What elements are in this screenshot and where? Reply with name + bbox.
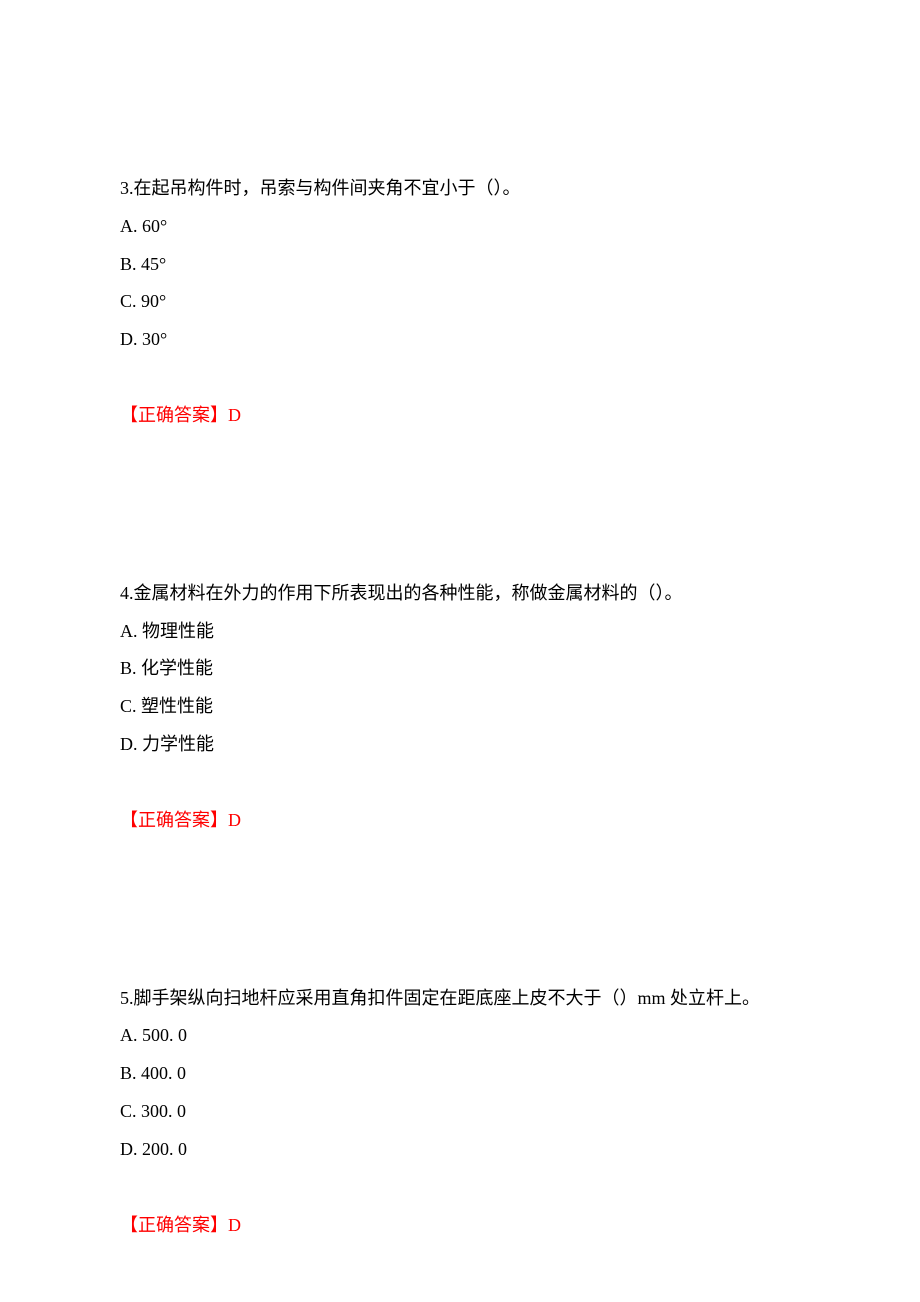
answer-line: 【正确答案】D (120, 397, 800, 435)
answer-line: 【正确答案】D (120, 802, 800, 840)
answer-line: 【正确答案】D (120, 1207, 800, 1245)
option-d: D. 30° (120, 321, 800, 359)
option-c: C. 90° (120, 283, 800, 321)
answer-value: D (228, 405, 241, 425)
question-stem: 金属材料在外力的作用下所表现出的各种性能，称做金属材料的（）。 (134, 583, 683, 603)
question-text: 3.在起吊构件时，吊索与构件间夹角不宜小于（）。 (120, 170, 800, 208)
question-text: 4.金属材料在外力的作用下所表现出的各种性能，称做金属材料的（）。 (120, 575, 800, 613)
answer-value: D (228, 810, 241, 830)
option-a: A. 500. 0 (120, 1017, 800, 1055)
option-c: C. 塑性性能 (120, 688, 800, 726)
option-b: B. 400. 0 (120, 1055, 800, 1093)
option-d: D. 力学性能 (120, 726, 800, 764)
question-stem: 在起吊构件时，吊索与构件间夹角不宜小于（）。 (134, 178, 521, 198)
question-number: 5. (120, 988, 134, 1008)
question-block-5: 5.脚手架纵向扫地杆应采用直角扣件固定在距底座上皮不大于（）mm 处立杆上。 A… (120, 980, 800, 1245)
answer-label: 【正确答案】 (120, 405, 228, 425)
option-c: C. 300. 0 (120, 1093, 800, 1131)
question-number: 3. (120, 178, 134, 198)
option-b: B. 化学性能 (120, 650, 800, 688)
question-block-4: 4.金属材料在外力的作用下所表现出的各种性能，称做金属材料的（）。 A. 物理性… (120, 575, 800, 840)
question-block-3: 3.在起吊构件时，吊索与构件间夹角不宜小于（）。 A. 60° B. 45° C… (120, 170, 800, 435)
question-number: 4. (120, 583, 134, 603)
option-b: B. 45° (120, 246, 800, 284)
question-stem: 脚手架纵向扫地杆应采用直角扣件固定在距底座上皮不大于（）mm 处立杆上。 (134, 988, 761, 1008)
answer-label: 【正确答案】 (120, 810, 228, 830)
option-d: D. 200. 0 (120, 1131, 800, 1169)
answer-value: D (228, 1215, 241, 1235)
answer-label: 【正确答案】 (120, 1215, 228, 1235)
option-a: A. 60° (120, 208, 800, 246)
question-text: 5.脚手架纵向扫地杆应采用直角扣件固定在距底座上皮不大于（）mm 处立杆上。 (120, 980, 800, 1018)
option-a: A. 物理性能 (120, 613, 800, 651)
